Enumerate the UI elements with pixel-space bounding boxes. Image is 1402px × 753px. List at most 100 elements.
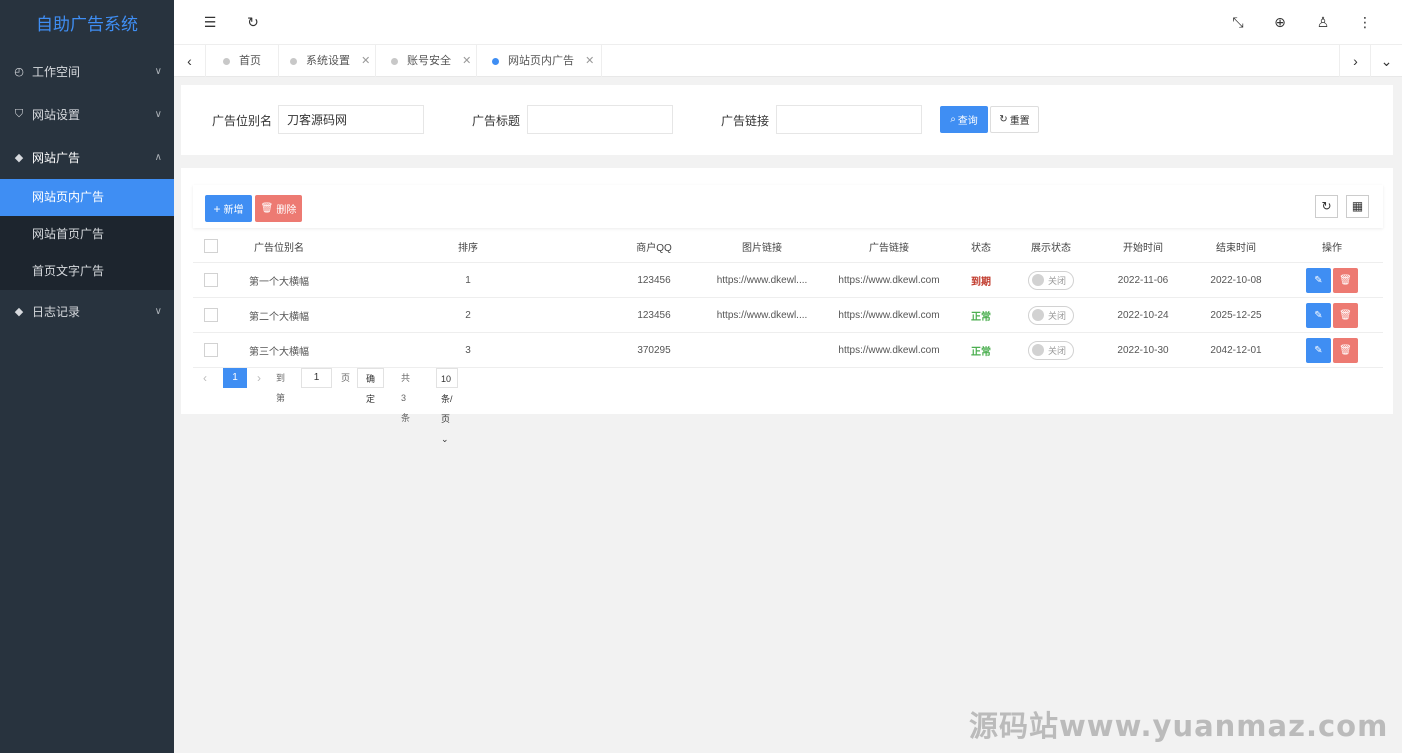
col-header[interactable]: 图片链接 [712, 230, 812, 262]
cell-ad-link: https://www.dkewl.com [839, 309, 939, 321]
cell-sort: 1 [465, 274, 471, 286]
tabs-scroll-right-icon[interactable]: › [1339, 45, 1371, 77]
tabs-dropdown-icon[interactable]: ⌄ [1370, 45, 1402, 77]
refresh-icon[interactable]: ↻ [243, 12, 263, 32]
cell-name: 第三个大横幅 [249, 346, 309, 358]
menu-fold-icon[interactable]: ☰ [200, 12, 220, 32]
display-toggle[interactable]: 关闭 [1028, 305, 1074, 325]
delete-row-button[interactable]: 🗑 [1333, 267, 1358, 293]
col-header[interactable]: 商户QQ [604, 230, 704, 262]
tab-home[interactable]: 首页 [207, 45, 279, 77]
search-label-title: 广告标题 [472, 114, 521, 128]
tab-dot [223, 58, 230, 65]
more-icon[interactable]: ⋮ [1355, 12, 1375, 32]
prev-page-icon[interactable]: ‹ [203, 368, 207, 388]
reset-button[interactable]: ↻ 重置 [990, 106, 1039, 133]
sidebar-submenu: 网站页内广告 网站首页广告 首页文字广告 [0, 179, 174, 290]
trash-icon: 🗑 [260, 203, 274, 214]
cell-start: 2022-10-30 [1117, 344, 1169, 356]
row-checkbox[interactable] [204, 308, 218, 322]
trash-icon: 🗑 [1339, 274, 1352, 286]
close-icon[interactable]: ✕ [462, 45, 471, 77]
ads-table: 广告位别名 排序 商户QQ 图片链接 广告链接 状态 展示状态 开始时间 结束时… [193, 230, 1383, 368]
cell-start: 2022-11-06 [1117, 274, 1169, 286]
layers-icon: ◆ [14, 152, 24, 164]
tabs-bar: ‹ 首页 系统设置 ✕ 账号安全 ✕ 网站页内广告 ✕ › ⌄ [174, 45, 1402, 77]
close-icon[interactable]: ✕ [361, 45, 370, 77]
goto-confirm-button[interactable]: 确定 [357, 368, 385, 404]
search-label-link: 广告链接 [721, 114, 770, 128]
toggle-knob [1032, 344, 1044, 356]
edit-button[interactable]: ✎ [1306, 267, 1331, 293]
reset-icon: ↻ [999, 114, 1008, 125]
add-button[interactable]: + 新增 [205, 195, 252, 222]
page-size-label: 10 条/页 [441, 374, 453, 424]
add-button-label: 新增 [223, 205, 244, 216]
fullscreen-icon[interactable]: ⤡ [1228, 12, 1248, 32]
search-input-alias[interactable] [278, 105, 424, 134]
search-icon: ⌕ [950, 114, 956, 125]
delete-row-button[interactable]: 🗑 [1333, 302, 1358, 328]
toggle-knob [1032, 274, 1044, 286]
sidebar-subitem-home-ads[interactable]: 网站首页广告 [0, 216, 174, 253]
status-badge: 正常 [971, 346, 991, 358]
display-toggle[interactable]: 关闭 [1028, 340, 1074, 360]
goto-page-input[interactable] [301, 368, 332, 388]
search-label-alias: 广告位别名 [212, 114, 273, 128]
table-toolbar: + 新增 🗑 删除 ↻ ▦ [193, 185, 1383, 228]
chevron-down-icon: ∨ [154, 109, 162, 120]
col-header[interactable]: 广告链接 [839, 230, 939, 262]
columns-filter-icon[interactable]: ▦ [1346, 195, 1369, 218]
reset-button-label: 重置 [1009, 116, 1030, 127]
col-header[interactable]: 状态 [956, 230, 1006, 262]
page-current[interactable]: 1 [223, 368, 247, 388]
col-header[interactable]: 排序 [418, 230, 518, 262]
tabs-scroll-left-icon[interactable]: ‹ [174, 45, 206, 77]
edit-button[interactable]: ✎ [1306, 337, 1331, 363]
select-all-checkbox[interactable] [204, 239, 218, 253]
sidebar-item-logs[interactable]: ◆ 日志记录 ∨ [0, 290, 174, 333]
query-button[interactable]: ⌕ 查询 [940, 106, 988, 133]
cell-qq: 123456 [637, 274, 671, 286]
status-badge: 到期 [971, 276, 991, 288]
search-input-link[interactable] [776, 105, 922, 134]
edit-button[interactable]: ✎ [1306, 302, 1331, 328]
toggle-label: 关闭 [1048, 275, 1067, 286]
search-input-title[interactable] [527, 105, 673, 134]
tab-label: 账号安全 [407, 55, 451, 67]
next-page-icon[interactable]: › [257, 368, 261, 388]
refresh-table-icon[interactable]: ↻ [1315, 195, 1338, 218]
tab-page-ads[interactable]: 网站页内广告 ✕ [476, 45, 602, 77]
col-header[interactable]: 开始时间 [1103, 230, 1183, 262]
shield-icon: ⛉ [14, 108, 24, 120]
page-size-select[interactable]: 10 条/页 ⌄ [436, 368, 458, 444]
col-header[interactable]: 展示状态 [1011, 230, 1091, 262]
watermark: 源码站www.yuanmaz.com [969, 709, 1389, 743]
close-icon[interactable]: ✕ [585, 45, 594, 77]
row-checkbox[interactable] [204, 343, 218, 357]
table-row: 第二个大横幅 2 123456 https://www.dkewl.... ht… [193, 298, 1383, 333]
sidebar-item-site-settings[interactable]: ⛉ 网站设置 ∨ [0, 93, 174, 136]
sidebar-subitem-page-ads[interactable]: 网站页内广告 [0, 179, 174, 216]
delete-button[interactable]: 🗑 删除 [255, 195, 302, 222]
sidebar-subitem-text-ads[interactable]: 首页文字广告 [0, 253, 174, 290]
col-header: 操作 [1322, 242, 1342, 254]
dashboard-icon: ◴ [14, 66, 24, 78]
user-icon[interactable]: ♙ [1313, 12, 1333, 32]
sidebar-item-label: 网站设置 [32, 108, 81, 122]
tab-account-security[interactable]: 账号安全 ✕ [375, 45, 477, 77]
cell-img-link: https://www.dkewl.... [716, 274, 808, 286]
cell-name: 第一个大横幅 [249, 276, 309, 288]
cell-sort: 3 [465, 344, 471, 356]
tab-system-settings[interactable]: 系统设置 ✕ [274, 45, 376, 77]
sidebar-item-site-ads[interactable]: ◆ 网站广告 ∧ [0, 136, 174, 179]
sidebar-item-workspace[interactable]: ◴ 工作空间 ∨ [0, 50, 174, 93]
chevron-up-icon: ∧ [154, 152, 162, 163]
display-toggle[interactable]: 关闭 [1028, 270, 1074, 290]
row-checkbox[interactable] [204, 273, 218, 287]
chevron-down-icon: ∨ [154, 66, 162, 77]
col-header[interactable]: 结束时间 [1196, 230, 1276, 262]
delete-row-button[interactable]: 🗑 [1333, 337, 1358, 363]
col-header[interactable]: 广告位别名 [229, 230, 329, 262]
globe-icon[interactable]: ⊕ [1270, 12, 1290, 32]
